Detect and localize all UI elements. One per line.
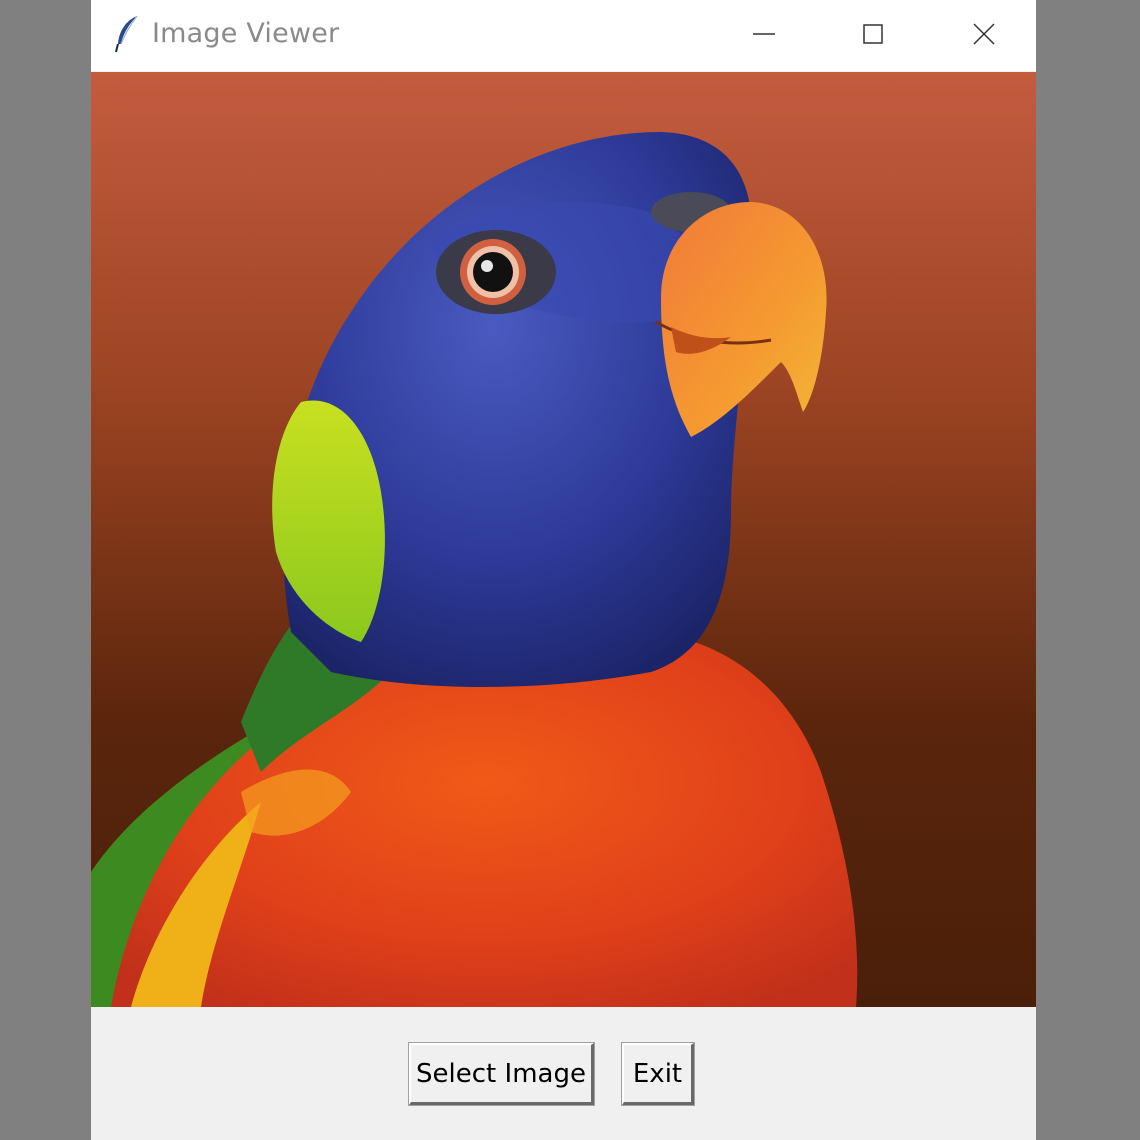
parrot-image <box>91 72 1036 1007</box>
exit-button[interactable]: Exit <box>622 1043 694 1105</box>
maximize-icon <box>863 24 883 44</box>
close-button[interactable] <box>934 0 1034 68</box>
image-display <box>91 72 1036 1007</box>
title-bar[interactable]: Image Viewer <box>91 0 1036 71</box>
minimize-button[interactable] <box>714 0 814 68</box>
feather-icon <box>115 15 138 53</box>
maximize-button[interactable] <box>823 0 923 68</box>
image-viewer-window: Image Viewer Select Image Exit <box>91 0 1036 1140</box>
window-title: Image Viewer <box>152 18 340 49</box>
close-icon <box>973 23 995 45</box>
select-image-button[interactable]: Select Image <box>409 1043 594 1105</box>
minimize-icon <box>753 33 775 35</box>
